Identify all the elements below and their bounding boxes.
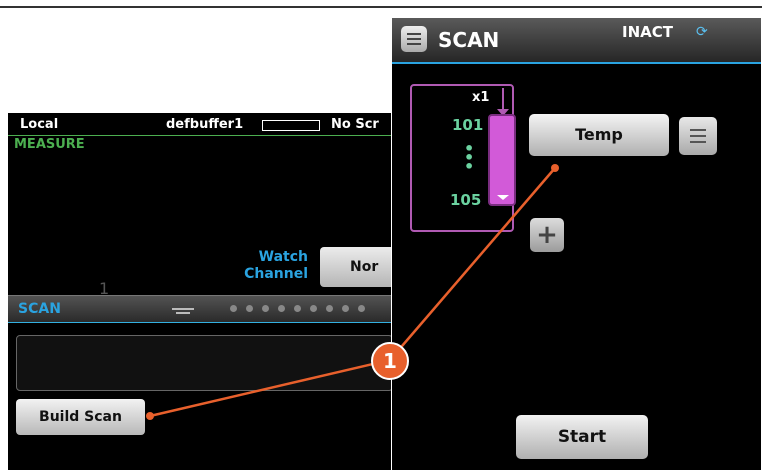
channel-start: 101 [452,116,484,134]
sync-icon: ⟳ [696,24,708,40]
scan-swipe-header[interactable]: SCAN [8,295,391,323]
channel-range-bar[interactable] [488,114,516,206]
menu-line [690,135,706,137]
left-screen: Local defbuffer1 No Scr MEASURE Watch Ch… [8,113,391,470]
add-icon[interactable]: + [530,218,564,252]
drag-handle-icon[interactable] [172,308,194,314]
scan-title: SCAN [438,28,500,52]
scan-header: SCAN INACT ⟳ [392,18,761,64]
watch-label-line1: Watch [258,249,308,265]
watch-channel-button[interactable]: Nor [320,247,391,287]
channel-end: 105 [450,191,482,209]
watch-channel-label: Watch Channel [228,249,308,283]
page-dot [230,305,237,312]
page-dot [294,305,301,312]
start-button[interactable]: Start [516,415,648,459]
right-screen: SCAN INACT ⟳ x1 101 • • • 105 Temp + Start [392,18,761,470]
watch-label-line2: Channel [244,266,308,282]
menu-line [407,33,421,35]
build-scan-button[interactable]: Build Scan [16,399,145,435]
scan-status: INACT [622,23,673,41]
menu-line [690,129,706,131]
temp-button[interactable]: Temp [529,114,669,156]
menu-icon[interactable] [401,26,427,52]
scan-swipe-title: SCAN [18,301,61,317]
scan-info-box [16,335,391,391]
menu-line [407,38,421,40]
step-menu-icon[interactable] [679,117,717,155]
callout-badge: 1 [371,342,409,380]
page-dot [326,305,333,312]
status-bar: Local defbuffer1 No Scr [8,113,391,136]
menu-line [407,43,421,45]
page-dot [310,305,317,312]
page-dot [262,305,269,312]
page-dot [342,305,349,312]
status-buffer[interactable]: defbuffer1 [166,117,243,132]
page-dot [358,305,365,312]
measure-label: MEASURE [14,137,85,152]
channel-count: x1 [472,90,490,105]
page-dot [246,305,253,312]
menu-line [690,141,706,143]
ellipsis-icon: • • • [464,139,475,176]
page-dot [278,305,285,312]
status-script[interactable]: No Scr [331,117,379,132]
buffer-fill-indicator [262,120,320,131]
status-local: Local [20,117,59,132]
top-rule [0,6,762,8]
swipe-page-indicator [230,305,365,312]
